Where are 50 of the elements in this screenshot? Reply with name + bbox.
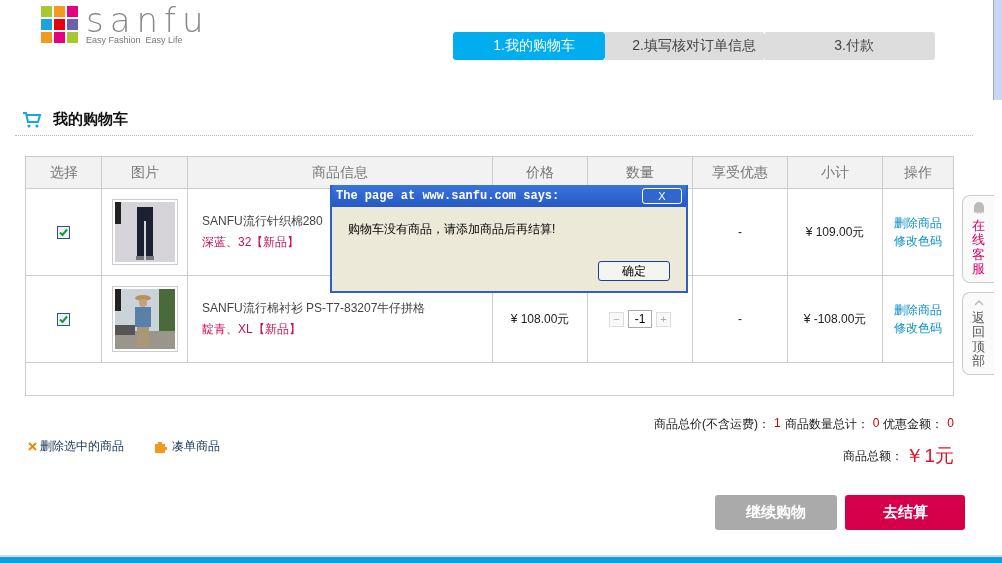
dialog-message: 购物车没有商品，请添加商品后再结算! [347, 221, 557, 238]
action-link[interactable]: 修改色码 [884, 319, 952, 337]
product-variant: 靛青、XL【新品】 [202, 321, 301, 338]
ok-button[interactable]: 确定 [598, 261, 670, 281]
summary-value: 1 [773, 416, 781, 432]
caret-icon [972, 299, 985, 307]
subtotal-text: ¥ -108.00元 [803, 311, 867, 326]
summary-label: 商品总价(不含运费)： [653, 416, 770, 433]
checkbox[interactable] [57, 226, 70, 240]
product-name: SANFU流行针织棉280 [202, 213, 323, 230]
close-button[interactable]: X [642, 188, 682, 204]
delete-selected-link[interactable]: 删除选中的商品 [28, 424, 124, 469]
section-title: 我的购物车 [53, 110, 128, 129]
column-header: 操作 [882, 156, 954, 189]
column-header: 数量 [587, 156, 693, 189]
logo-icon [40, 5, 80, 45]
quantity-field[interactable]: -1 [628, 310, 652, 328]
summary-label: 商品数量总计： [784, 416, 869, 433]
logo-text: sanfu [86, 5, 210, 35]
discount-text: - [738, 225, 742, 239]
side-tab[interactable]: 返回顶部 [962, 292, 994, 376]
progress-step: 3.付款 [765, 32, 935, 60]
logo-tagline: Easy Fashion Easy Life [86, 35, 184, 45]
add-on-items-link[interactable]: 凑单商品 [154, 424, 220, 469]
column-header: 小计 [787, 156, 883, 189]
summary-value: 0 [947, 416, 954, 432]
cross-icon [28, 442, 37, 451]
column-header: 享受优惠 [692, 156, 788, 189]
total-label: 商品总额： [843, 447, 904, 465]
action-link[interactable]: 删除商品 [884, 214, 952, 232]
dialog-title: The page at www.sanfu.com says: [336, 189, 560, 203]
column-header: 图片 [101, 156, 188, 189]
action-link[interactable]: 修改色码 [884, 232, 952, 250]
action-link[interactable]: 删除商品 [884, 301, 952, 319]
price-text: ¥ 108.00元 [510, 311, 570, 326]
column-header: 商品信息 [187, 156, 493, 189]
scrollbar-thumb[interactable] [993, 0, 1002, 100]
subtotal-text: ¥ 109.00元 [805, 224, 865, 239]
total-amount: ￥1元 [905, 444, 954, 468]
checkbox[interactable] [57, 313, 70, 327]
cart-icon [23, 111, 41, 128]
product-variant: 深蓝、32【新品】 [202, 234, 300, 251]
checkout-button[interactable]: 去结算 [845, 495, 965, 530]
side-tab[interactable]: 在线客服 [962, 195, 994, 284]
summary-value: 0 [872, 416, 880, 432]
column-header: 选择 [25, 156, 102, 189]
summary-label: 优惠金额： [883, 416, 944, 433]
product-name: SANFU流行棉衬衫 PS-T7-83207牛仔拼格 [202, 300, 426, 317]
discount-text: - [738, 312, 742, 326]
puzzle-icon [154, 440, 167, 453]
